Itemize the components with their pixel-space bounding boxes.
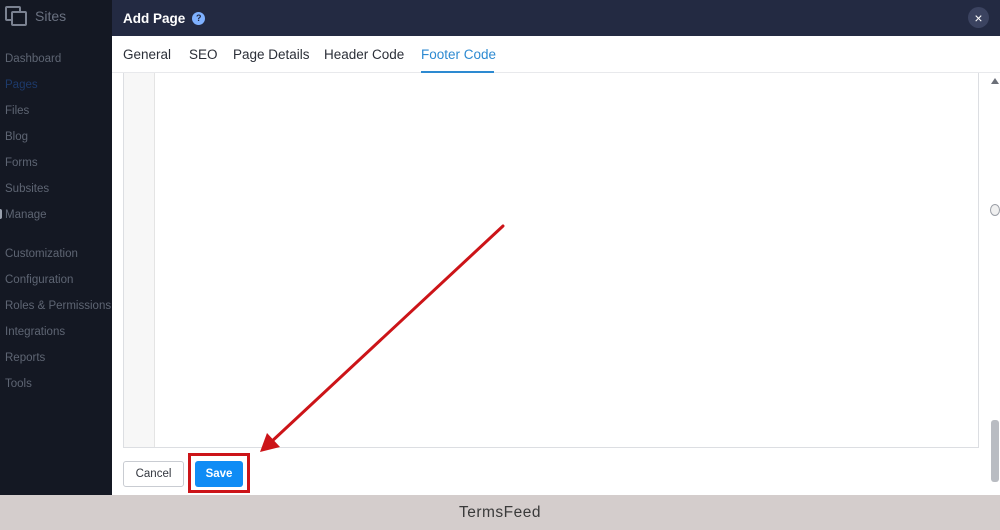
brand-name: Sites (35, 8, 67, 24)
tab-general[interactable]: General (123, 47, 171, 62)
sidebar-item-roles-permissions[interactable]: Roles & Permissions (5, 300, 111, 312)
add-page-modal: Add Page ? × General SEO Page Details He… (112, 0, 1000, 495)
sidebar-indicator (0, 209, 2, 219)
sidebar-item-integrations[interactable]: Integrations (5, 326, 65, 338)
footer-bar: TermsFeed (0, 495, 1000, 530)
sidebar-item-pages[interactable]: Pages (5, 79, 38, 91)
brand[interactable]: Sites (5, 6, 66, 26)
sidebar-item-customization[interactable]: Customization (5, 248, 78, 260)
close-icon[interactable]: × (968, 7, 989, 28)
modal-header: Add Page ? × (112, 0, 1000, 36)
modal-scrollbar[interactable] (988, 73, 1000, 495)
sidebar-item-manage[interactable]: Manage (5, 209, 47, 221)
scroll-knob[interactable] (990, 204, 1000, 216)
scroll-up-icon[interactable] (991, 78, 999, 84)
sites-logo-icon (5, 6, 27, 26)
footer-brand-text: TermsFeed (458, 503, 542, 521)
sidebar-item-blog[interactable]: Blog (5, 131, 28, 143)
save-highlight-box (188, 453, 250, 493)
tab-seo[interactable]: SEO (189, 47, 218, 62)
modal-title: Add Page (123, 10, 186, 26)
tab-page-details[interactable]: Page Details (233, 47, 310, 62)
footer-code-editor[interactable] (123, 73, 979, 448)
sidebar-item-forms[interactable]: Forms (5, 157, 38, 169)
modal-tabs: General SEO Page Details Header Code Foo… (112, 36, 1000, 73)
sidebar-item-subsites[interactable]: Subsites (5, 183, 49, 195)
help-icon[interactable]: ? (192, 11, 206, 25)
line-number-gutter (124, 73, 155, 447)
sidebar-item-tools[interactable]: Tools (5, 378, 32, 390)
sidebar-item-files[interactable]: Files (5, 105, 29, 117)
sidebar-item-dashboard[interactable]: Dashboard (5, 53, 61, 65)
tab-footer-code[interactable]: Footer Code (421, 47, 496, 62)
tab-header-code[interactable]: Header Code (324, 47, 404, 62)
sidebar: Sites Dashboard Pages Files Blog Forms S… (0, 0, 112, 495)
scroll-thumb[interactable] (991, 420, 999, 482)
sidebar-item-reports[interactable]: Reports (5, 352, 45, 364)
sidebar-item-configuration[interactable]: Configuration (5, 274, 73, 286)
cancel-button[interactable]: Cancel (123, 461, 184, 487)
